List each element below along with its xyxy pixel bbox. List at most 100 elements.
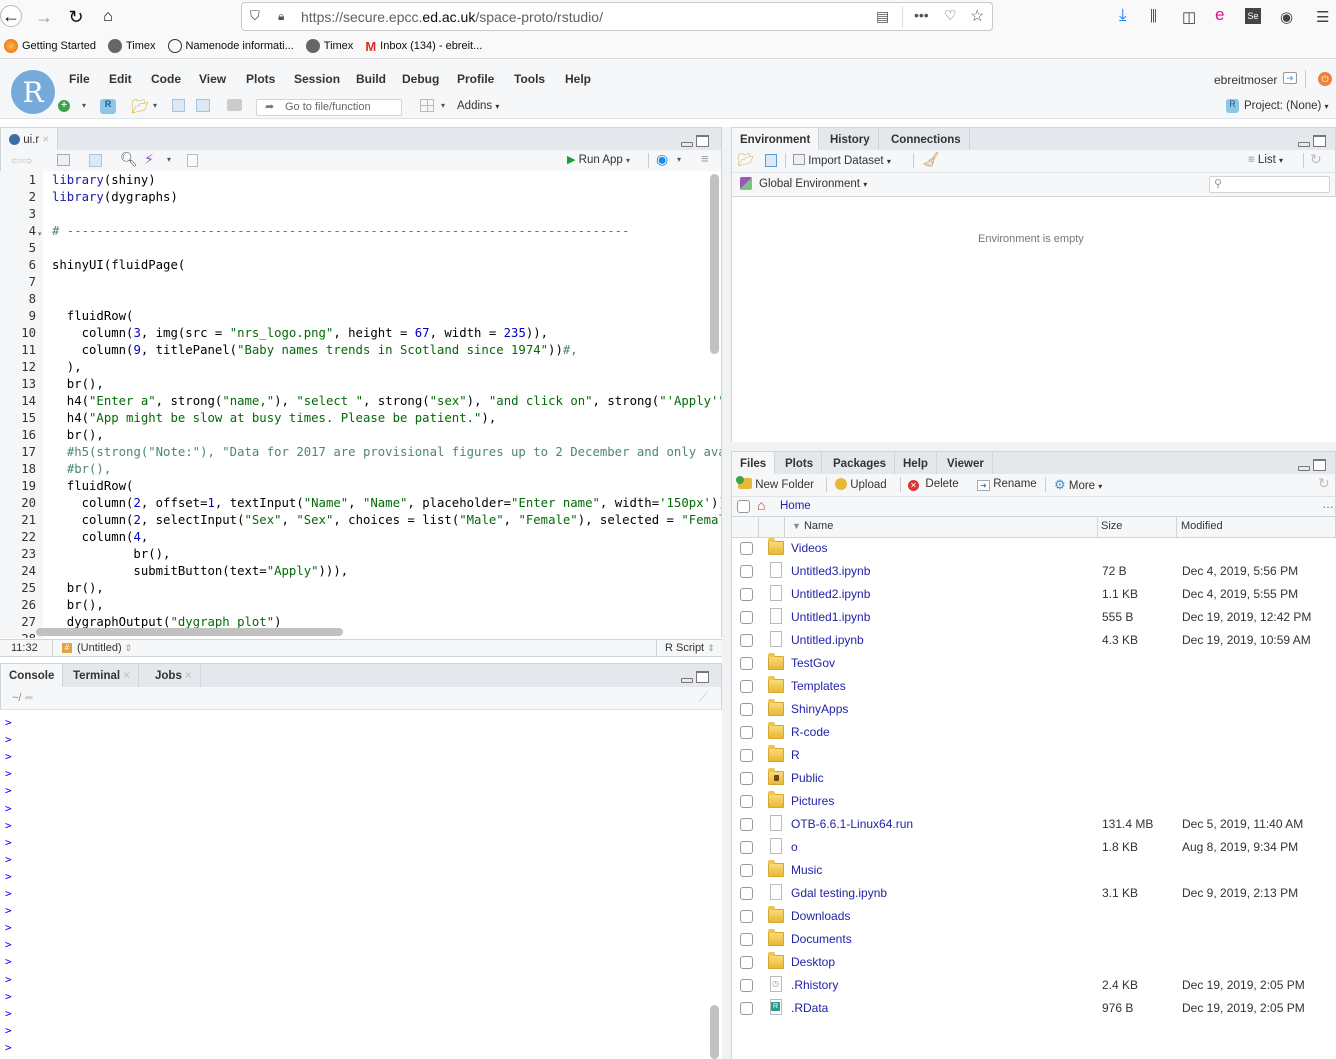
bookmark-star-icon[interactable]: ☆	[970, 6, 984, 26]
code-line[interactable]: 15 h4("App might be slow at busy times. …	[0, 410, 721, 427]
code-line[interactable]: 25 br(),	[0, 580, 721, 597]
close-icon[interactable]: ×	[185, 670, 192, 682]
column-header-name[interactable]: ▼ Name	[792, 520, 833, 532]
bookmark-getting-started[interactable]: Getting Started	[4, 39, 96, 53]
code-line[interactable]: 20 column(2, offset=1, textInput("Name",…	[0, 495, 721, 512]
grid-layout-icon[interactable]	[420, 99, 434, 112]
selenium-icon[interactable]: Se	[1245, 8, 1261, 24]
file-name-link[interactable]: Templates	[791, 679, 846, 693]
menu-icon[interactable]: ☰	[1316, 8, 1329, 26]
tab-history[interactable]: History	[822, 128, 879, 152]
code-line[interactable]: 12 ),	[0, 359, 721, 376]
file-name-link[interactable]: .Rhistory	[791, 978, 838, 992]
scope-selector[interactable]: (Untitled) ⇕	[77, 642, 132, 654]
import-dataset-button[interactable]: Import Dataset ▾	[793, 154, 891, 167]
menu-edit[interactable]: Edit	[109, 72, 132, 86]
row-checkbox[interactable]	[740, 772, 753, 785]
minimize-icon[interactable]	[1298, 466, 1310, 471]
maximize-icon[interactable]	[696, 135, 709, 147]
minimize-icon[interactable]	[681, 142, 693, 147]
row-checkbox[interactable]	[740, 910, 753, 923]
row-checkbox[interactable]	[740, 611, 753, 624]
code-line[interactable]: 24 submitButton(text="Apply"))),	[0, 563, 721, 580]
file-row[interactable]: Templates	[732, 676, 1336, 699]
file-row[interactable]: Untitled1.ipynb 555 B Dec 19, 2019, 12:42 …	[732, 607, 1336, 630]
delete-button[interactable]: ✕ Delete	[908, 478, 959, 491]
chevron-down-icon[interactable]: ▾	[441, 101, 445, 110]
row-checkbox[interactable]	[740, 726, 753, 739]
account-icon[interactable]: ◉	[1280, 8, 1293, 26]
power-icon[interactable]: ⏻	[1318, 72, 1332, 86]
save-icon[interactable]	[172, 99, 185, 112]
row-checkbox[interactable]	[740, 956, 753, 969]
menu-code[interactable]: Code	[151, 72, 181, 86]
library-icon[interactable]: ⫼	[1150, 8, 1157, 25]
file-row[interactable]: TestGov	[732, 653, 1336, 676]
row-checkbox[interactable]	[740, 542, 753, 555]
bookmark-namenode[interactable]: Namenode informati...	[167, 39, 294, 53]
tab-packages[interactable]: Packages	[825, 452, 896, 476]
environment-search-input[interactable]: ⚲	[1209, 176, 1330, 193]
row-checkbox[interactable]	[740, 887, 753, 900]
file-name-link[interactable]: R-code	[791, 725, 830, 739]
code-line[interactable]: 19 fluidRow(	[0, 478, 721, 495]
code-line[interactable]: 2 library(dygraphs)	[0, 189, 721, 206]
addins-menu[interactable]: Addins ▾	[457, 100, 499, 112]
pane-minmax[interactable]	[681, 135, 711, 149]
tab-viewer[interactable]: Viewer	[939, 452, 993, 476]
file-row[interactable]: Documents	[732, 929, 1336, 952]
file-row[interactable]: Music	[732, 860, 1336, 883]
file-name-link[interactable]: Documents	[791, 932, 852, 946]
row-checkbox[interactable]	[740, 933, 753, 946]
pane-minmax[interactable]	[1298, 459, 1328, 473]
rename-button[interactable]: ➜ Rename	[977, 478, 1037, 491]
more-dropdown[interactable]: ⚙ More ▾	[1054, 477, 1102, 493]
menu-profile[interactable]: Profile	[457, 72, 494, 86]
refresh-icon[interactable]: ↻	[1318, 475, 1330, 492]
project-menu[interactable]: Project: (None) ▾	[1244, 100, 1329, 112]
maximize-icon[interactable]	[1313, 459, 1326, 471]
menu-debug[interactable]: Debug	[402, 72, 439, 86]
sign-out-icon[interactable]: ➜	[1283, 72, 1297, 84]
row-checkbox[interactable]	[740, 979, 753, 992]
file-row[interactable]: R	[732, 745, 1336, 768]
bookmark-timex[interactable]: Timex	[108, 39, 156, 53]
extension-e-icon[interactable]: e	[1215, 5, 1224, 25]
publish-icon[interactable]: ◉	[656, 151, 668, 168]
open-file-icon[interactable]: 📂︎	[131, 98, 149, 115]
list-view-dropdown[interactable]: ≡ List ▾	[1248, 154, 1283, 166]
menu-help[interactable]: Help	[565, 72, 591, 86]
file-name-link[interactable]: ShinyApps	[791, 702, 848, 716]
tab-connections[interactable]: Connections	[883, 128, 970, 152]
file-row[interactable]: Untitled3.ipynb 72 B Dec 4, 2019, 5:56 PM	[732, 561, 1336, 584]
menu-tools[interactable]: Tools	[514, 72, 545, 86]
document-outline-icon[interactable]: ≡	[701, 151, 709, 166]
code-line[interactable]: 18 #br(),	[0, 461, 721, 478]
code-line[interactable]: 13 br(),	[0, 376, 721, 393]
url-text[interactable]: https://secure.epcc.ed.ac.uk/space-proto…	[301, 9, 603, 25]
new-folder-button[interactable]: New Folder	[736, 476, 814, 491]
file-name-link[interactable]: Videos	[791, 541, 827, 555]
file-row[interactable]: Pictures	[732, 791, 1336, 814]
downloads-icon[interactable]: ⤓	[1119, 5, 1127, 25]
tab-jobs[interactable]: Jobs ×	[147, 664, 201, 688]
code-editor[interactable]: 1 library(shiny) 2 library(dygraphs) 3 4 # ---…	[0, 171, 722, 638]
file-name-link[interactable]: TestGov	[791, 656, 835, 670]
code-line[interactable]: 8	[0, 291, 721, 308]
chevron-down-icon[interactable]: ▾	[82, 101, 86, 110]
file-name-link[interactable]: Pictures	[791, 794, 834, 808]
close-icon[interactable]: ×	[42, 134, 49, 146]
refresh-icon[interactable]: ↻	[1310, 151, 1322, 168]
menu-session[interactable]: Session	[294, 72, 340, 86]
save-icon[interactable]	[89, 154, 102, 167]
bookmark-timex-2[interactable]: Timex	[305, 39, 353, 53]
close-icon[interactable]: ×	[123, 670, 130, 682]
row-checkbox[interactable]	[740, 749, 753, 762]
back-icon[interactable]: ←	[0, 5, 22, 27]
reader-view-icon[interactable]: ▤	[876, 8, 889, 25]
row-checkbox[interactable]	[740, 864, 753, 877]
search-icon[interactable]: 🔍︎	[120, 151, 138, 168]
code-line[interactable]: 3	[0, 206, 721, 223]
column-header-size[interactable]: Size	[1101, 520, 1122, 532]
row-checkbox[interactable]	[740, 1002, 753, 1015]
